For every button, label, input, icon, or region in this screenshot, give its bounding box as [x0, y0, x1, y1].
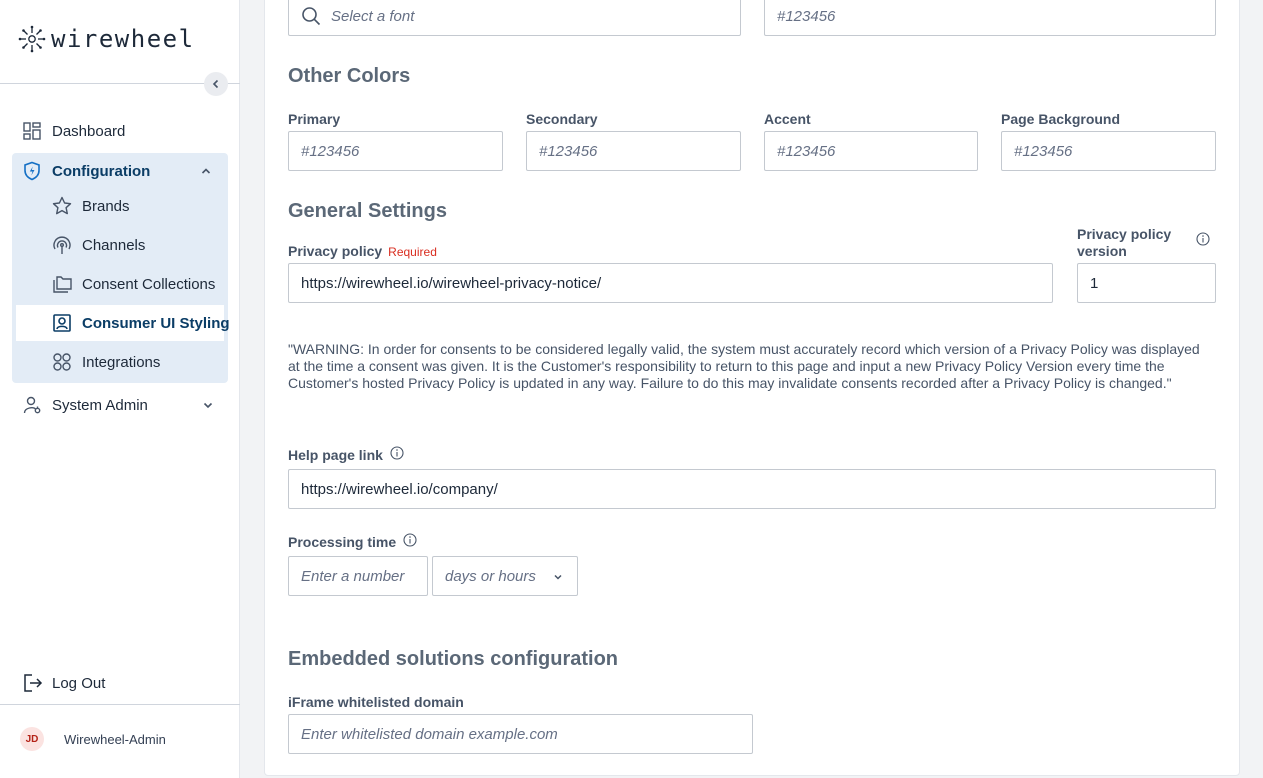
secondary-label: Secondary — [526, 111, 598, 127]
iframe-placeholder: Enter whitelisted domain example.com — [301, 725, 558, 743]
chevron-left-icon — [212, 79, 219, 89]
avatar: JD — [20, 727, 44, 751]
wirewheel-logo[interactable]: wirewheel — [18, 24, 195, 54]
privacy-policy-label: Privacy policy Required — [288, 243, 437, 259]
primary-color-input[interactable]: #123456 — [288, 131, 503, 171]
wheel-logo-icon — [18, 25, 46, 53]
sidebar-item-brands[interactable]: Brands — [16, 188, 224, 224]
configuration-group: Configuration Brands Channels Consent Co… — [12, 153, 230, 383]
info-icon[interactable] — [1196, 232, 1210, 246]
sidebar: wirewheel Dashboard Configuration Brands… — [0, 0, 240, 778]
sidebar-divider — [0, 704, 240, 705]
dashboard-icon — [22, 121, 42, 141]
grid-circles-icon — [51, 351, 73, 373]
sidebar-item-label: Configuration — [52, 162, 151, 180]
page-background-color-input[interactable]: #123456 — [1001, 131, 1216, 171]
sidebar-item-label: System Admin — [52, 396, 148, 414]
help-page-link-label: Help page link — [288, 447, 383, 463]
info-icon[interactable] — [390, 446, 404, 460]
accent-color-input[interactable]: #123456 — [764, 131, 978, 171]
sidebar-item-consumer-ui-styling[interactable]: Consumer UI Styling — [16, 305, 230, 341]
primary-label: Primary — [288, 111, 341, 127]
primary-placeholder: #123456 — [301, 142, 360, 160]
privacy-policy-input[interactable]: https://wirewheel.io/wirewheel-privacy-n… — [288, 263, 1053, 303]
user-frame-icon — [51, 312, 73, 334]
search-icon — [302, 7, 321, 26]
font-placeholder: Select a font — [331, 7, 415, 25]
sidebar-item-integrations[interactable]: Integrations — [16, 344, 224, 380]
help-page-value: https://wirewheel.io/company/ — [301, 480, 498, 498]
sidebar-item-label: Brands — [82, 197, 130, 215]
chevron-down-icon — [203, 402, 213, 409]
secondary-placeholder: #123456 — [539, 142, 598, 160]
sidebar-item-system-admin[interactable]: System Admin — [12, 387, 228, 423]
iframe-domain-input[interactable]: Enter whitelisted domain example.com — [288, 714, 753, 754]
sidebar-item-label: Consumer UI Styling — [82, 314, 230, 332]
star-icon — [51, 195, 73, 217]
sidebar-item-channels[interactable]: Channels — [16, 227, 224, 263]
version-value: 1 — [1090, 274, 1099, 292]
general-settings-title: General Settings — [288, 200, 447, 222]
privacy-policy-version-input[interactable]: 1 — [1077, 263, 1216, 303]
page-background-placeholder: #123456 — [1014, 142, 1073, 160]
page-background-label: Page Background — [1001, 111, 1121, 127]
accent-label: Accent — [764, 111, 811, 127]
sidebar-item-dashboard[interactable]: Dashboard — [12, 113, 228, 149]
shield-icon — [24, 161, 40, 181]
privacy-policy-value: https://wirewheel.io/wirewheel-privacy-n… — [301, 274, 602, 292]
brand-name: wirewheel — [51, 25, 195, 53]
processing-time-unit-select[interactable]: days or hours — [432, 556, 578, 596]
collapse-sidebar-button[interactable] — [204, 72, 228, 96]
embedded-solutions-title: Embedded solutions configuration — [288, 648, 618, 670]
processing-placeholder: Enter a number — [301, 567, 405, 585]
chevron-down-icon — [554, 574, 562, 580]
help-page-link-input[interactable]: https://wirewheel.io/company/ — [288, 469, 1216, 509]
logout-button[interactable]: Log Out — [22, 672, 105, 694]
broadcast-icon — [51, 234, 73, 256]
other-colors-title: Other Colors — [288, 65, 411, 87]
secondary-color-input[interactable]: #123456 — [526, 131, 741, 171]
user-profile[interactable]: JD Wirewheel-Admin — [20, 727, 166, 751]
user-key-icon — [22, 395, 42, 415]
version-label-line1: Privacy policy — [1077, 226, 1172, 242]
privacy-warning-text: "WARNING: In order for consents to be co… — [288, 341, 1200, 391]
info-icon[interactable] — [403, 533, 417, 547]
privacy-policy-label-text: Privacy policy — [288, 243, 383, 259]
logout-label: Log Out — [52, 674, 106, 692]
processing-unit-value: days or hours — [445, 567, 536, 585]
color-input[interactable]: #123456 — [764, 0, 1216, 36]
sidebar-item-label: Channels — [82, 236, 146, 254]
user-name: Wirewheel-Admin — [64, 731, 166, 747]
logout-icon — [24, 674, 43, 692]
required-badge: Required — [388, 245, 437, 259]
sidebar-item-label: Dashboard — [52, 122, 126, 140]
font-select-input[interactable]: Select a font — [288, 0, 741, 36]
processing-time-label: Processing time — [288, 534, 397, 550]
folders-icon — [51, 273, 73, 295]
iframe-domain-label: iFrame whitelisted domain — [288, 694, 464, 710]
privacy-policy-version-label: Privacy policy version — [1077, 226, 1171, 260]
version-label-line2: version — [1077, 243, 1127, 259]
sidebar-item-label: Consent Collections — [82, 275, 216, 293]
color-placeholder: #123456 — [777, 7, 836, 25]
chevron-up-icon — [201, 168, 211, 174]
processing-time-number-input[interactable]: Enter a number — [288, 556, 428, 596]
accent-placeholder: #123456 — [777, 142, 836, 160]
sidebar-item-consent-collections[interactable]: Consent Collections — [16, 266, 224, 302]
sidebar-item-label: Integrations — [82, 353, 161, 371]
sidebar-item-configuration[interactable]: Configuration — [12, 153, 228, 189]
